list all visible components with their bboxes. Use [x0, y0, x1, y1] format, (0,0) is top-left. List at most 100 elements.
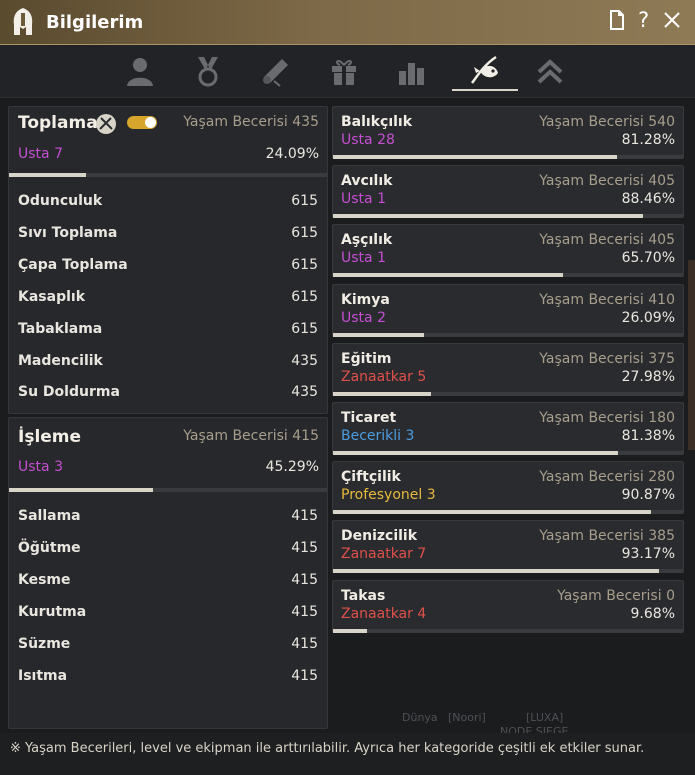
life-skill-level: Yaşam Becerisi 405: [539, 173, 675, 190]
skill-row: Kesme 415: [18, 572, 318, 588]
skill-row-value: 435: [291, 384, 318, 401]
life-skill-name: Ticaret: [341, 410, 397, 426]
life-skill-name: Kimya: [341, 291, 390, 308]
skill-row-name: Madencilik: [18, 352, 103, 369]
skill-row-name: Kesme: [18, 571, 71, 588]
life-skill-percent: 88.46%: [621, 191, 675, 208]
life-skill-percent: 9.68%: [630, 605, 675, 622]
tab-rank[interactable]: [522, 51, 578, 91]
background-edge: [688, 260, 695, 450]
processing-rank: Usta 3: [18, 459, 63, 475]
window-titlebar: Bilgilerim ?: [0, 0, 695, 45]
life-skill-percent: 81.28%: [621, 132, 675, 148]
life-skill-percent: 65.70%: [621, 250, 675, 267]
life-skill-card[interactable]: Eğitim Yaşam Becerisi 375 Zanaatkar 5 27.98…: [332, 342, 684, 396]
life-skill-rank: Usta 28: [341, 132, 395, 148]
skill-row-name: Sıvı Toplama: [18, 224, 118, 241]
tab-scroll[interactable]: [248, 51, 304, 91]
life-skill-progress: [333, 273, 683, 278]
tab-gift[interactable]: [316, 51, 372, 91]
life-skill-level: Yaşam Becerisi 405: [539, 232, 675, 249]
life-skill-percent: 90.87%: [621, 487, 675, 504]
tab-medal[interactable]: [180, 51, 236, 91]
life-skill-card[interactable]: Ticaret Yaşam Becerisi 180 Becerikli 3 81.3…: [332, 402, 684, 455]
skill-row-value: 435: [291, 352, 318, 369]
skill-row-value: 615: [291, 320, 318, 337]
crossed-tools-icon: [96, 114, 116, 134]
skill-row: Tabaklama 615: [18, 321, 318, 337]
life-skill-rank: Zanaatkar 5: [341, 368, 427, 385]
gathering-panel: Toplama Yaşam Becerisi 435 Usta 7 24.09%…: [8, 106, 328, 414]
life-skill-progress-fill: [333, 451, 618, 455]
life-skill-name: Aşçılık: [341, 232, 393, 249]
document-icon[interactable]: [609, 10, 625, 30]
skill-row: Sallama 415: [18, 508, 318, 524]
skill-row-name: Tabaklama: [18, 320, 103, 337]
processing-panel: İşleme Yaşam Becerisi 415 Usta 3 45.29% …: [8, 417, 328, 729]
bar-chart-icon: [399, 63, 424, 85]
processing-skill: Yaşam Becerisi 415: [183, 428, 319, 444]
life-skill-level: Yaşam Becerisi 540: [539, 114, 675, 130]
life-skill-progress-fill: [333, 214, 643, 219]
fishing-icon: [470, 55, 498, 84]
skill-row-name: Süzme: [18, 635, 71, 652]
skill-row-name: Isıtma: [18, 667, 68, 684]
life-skill-level: Yaşam Becerisi 0: [557, 587, 675, 604]
life-skill-card[interactable]: Çiftçilik Yaşam Becerisi 280 Profesyonel 3…: [332, 461, 684, 515]
life-skill-card[interactable]: Takas Yaşam Becerisi 0 Zanaatkar 4 9.68%: [332, 579, 684, 633]
life-skill-progress: [333, 628, 683, 633]
life-skill-progress: [333, 569, 683, 574]
person-icon: [127, 58, 153, 86]
chevrons-up-icon: [537, 59, 563, 84]
life-skill-progress: [333, 510, 683, 515]
life-skill-progress-fill: [333, 391, 431, 396]
life-skill-progress-fill: [333, 332, 425, 337]
skill-row-name: Kurutma: [18, 603, 87, 620]
footer: ※ Yaşam Becerileri, level ve ekipman ile…: [0, 733, 695, 775]
life-skill-card[interactable]: Balıkçılık Yaşam Becerisi 540 Usta 28 81.28…: [332, 106, 684, 159]
life-skill-level: Yaşam Becerisi 385: [539, 528, 675, 545]
life-skill-level: Yaşam Becerisi 180: [539, 410, 675, 426]
life-skill-progress: [333, 451, 683, 455]
skill-row-value: 615: [291, 256, 318, 273]
life-skill-card[interactable]: Aşçılık Yaşam Becerisi 405 Usta 1 65.70%: [332, 224, 684, 278]
life-skill-name: Avcılık: [341, 173, 393, 190]
life-skill-card[interactable]: Avcılık Yaşam Becerisi 405 Usta 1 88.46%: [332, 165, 684, 219]
gathering-title: Toplama: [18, 113, 98, 133]
life-skill-progress-fill: [333, 628, 367, 633]
life-skill-rank: Usta 2: [341, 309, 386, 326]
background-text-c: [LUXA]: [526, 711, 564, 724]
life-skill-percent: 27.98%: [621, 368, 675, 385]
skill-row-name: Su Doldurma: [18, 384, 120, 401]
skill-row-value: 415: [291, 539, 318, 556]
life-skill-rank: Profesyonel 3: [341, 487, 436, 504]
life-skill-name: Denizcilik: [341, 528, 418, 545]
life-skill-name: Çiftçilik: [341, 469, 401, 486]
background-text-a: Dünya: [402, 711, 438, 724]
skill-row: Çapa Toplama 615: [18, 257, 318, 273]
background-text-b: [Noori]: [448, 711, 486, 724]
life-skill-name: Takas: [341, 587, 386, 604]
life-skill-level: Yaşam Becerisi 410: [539, 291, 675, 308]
life-skill-card[interactable]: Kimya Yaşam Becerisi 410 Usta 2 26.09%: [332, 283, 684, 337]
skill-row: Madencilik 435: [18, 353, 318, 369]
life-skill-percent: 93.17%: [621, 546, 675, 563]
gathering-percent: 24.09%: [265, 146, 319, 162]
gathering-rank: Usta 7: [18, 146, 63, 162]
processing-title: İşleme: [18, 427, 82, 447]
window-title: Bilgilerim: [46, 11, 144, 33]
skill-row-value: 415: [291, 571, 318, 588]
tab-profile[interactable]: [112, 51, 168, 91]
helmet-logo-icon: [13, 8, 33, 35]
life-skill-progress-fill: [333, 569, 660, 574]
life-skill-card[interactable]: Denizcilik Yaşam Becerisi 385 Zanaatkar 7 9…: [332, 520, 684, 574]
skill-row-value: 615: [291, 288, 318, 305]
life-skill-rank: Zanaatkar 4: [341, 605, 427, 622]
skill-row: Odunculuk 615: [18, 193, 318, 209]
tab-life-skills[interactable]: [452, 51, 518, 91]
close-icon[interactable]: [663, 11, 681, 29]
gathering-toggle[interactable]: [127, 116, 157, 129]
tab-stats[interactable]: [384, 51, 440, 91]
life-skill-progress-fill: [333, 155, 618, 159]
help-icon[interactable]: ?: [637, 9, 651, 31]
